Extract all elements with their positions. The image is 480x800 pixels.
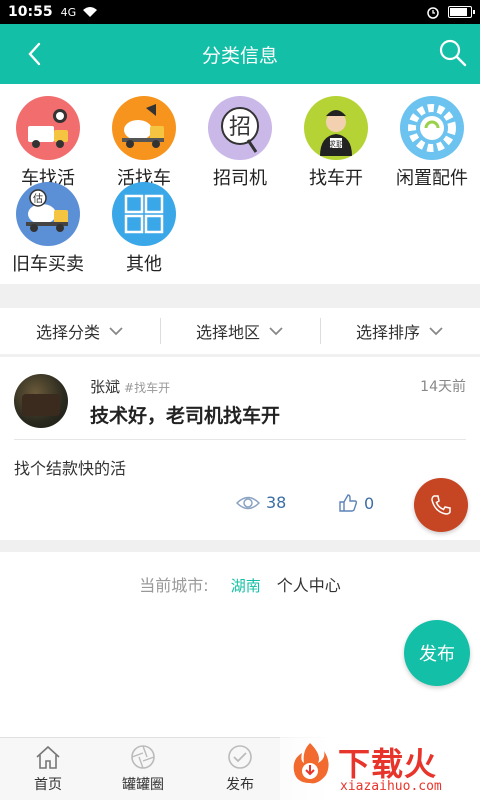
- status-time: 10:55: [8, 4, 53, 20]
- category-recruit-driver[interactable]: 招 招司机: [192, 96, 288, 190]
- post-body: 找个结款快的活: [14, 459, 127, 478]
- page-title: 分类信息: [201, 44, 278, 67]
- nav-label: 发布: [226, 777, 254, 793]
- eye-icon: [236, 496, 260, 509]
- category-label: 闲置配件: [396, 168, 468, 189]
- flame-logo-icon: [293, 743, 329, 784]
- category-label: 其他: [126, 254, 162, 275]
- publish-button[interactable]: 发布: [404, 620, 470, 686]
- category-grid: 车找活 活找车 招 招司机 求职 找车开 闲置配件 估 旧车买卖 其他: [0, 84, 480, 284]
- aperture-icon: [131, 745, 155, 769]
- current-city-link[interactable]: 湖南: [231, 577, 261, 595]
- alarm-icon: [427, 7, 439, 19]
- post-author: 张斌 #找车开: [90, 376, 170, 397]
- chevron-down-icon: [109, 327, 123, 336]
- filter-bar: 选择分类 选择地区 选择排序: [0, 308, 480, 354]
- category-used-car-trade[interactable]: 估 旧车买卖: [0, 182, 96, 276]
- post-author-name: 张斌: [90, 378, 121, 396]
- truck-worker-icon: [16, 96, 80, 160]
- filter-label: 选择地区: [195, 323, 260, 342]
- chevron-down-icon: [269, 327, 283, 336]
- home-icon: [36, 745, 60, 769]
- filter-category-dropdown[interactable]: 选择分类: [0, 308, 160, 354]
- nav-publish[interactable]: 发布: [205, 744, 275, 794]
- category-idle-parts[interactable]: 闲置配件: [384, 96, 480, 190]
- svg-text:估: 估: [33, 192, 43, 205]
- battery-icon: [448, 6, 475, 18]
- search-icon[interactable]: [438, 38, 468, 68]
- avatar[interactable]: [14, 374, 68, 428]
- check-circle-icon: [228, 745, 252, 769]
- like-count-value: 0: [364, 493, 375, 513]
- watermark: 下载火 xiazaihuo.com: [280, 737, 480, 800]
- back-arrow-icon[interactable]: [22, 40, 48, 68]
- app-bar: 分类信息: [0, 24, 480, 84]
- category-other[interactable]: 其他: [96, 182, 192, 276]
- filter-region-dropdown[interactable]: 选择地区: [160, 308, 320, 354]
- network-type: 4G: [60, 5, 77, 19]
- view-count-value: 38: [266, 493, 287, 512]
- phone-icon: [431, 495, 451, 515]
- status-bar: 10:55 4G: [0, 0, 480, 24]
- nav-label: 罐罐圈: [122, 777, 164, 793]
- svg-text:招: 招: [229, 115, 251, 140]
- thumbs-up-icon: [339, 494, 358, 512]
- driver-icon: 求职: [304, 96, 368, 160]
- wifi-icon: [83, 7, 98, 17]
- like-button[interactable]: 0: [338, 493, 374, 513]
- nav-circle[interactable]: 罐罐圈: [108, 744, 178, 794]
- watermark-url: xiazaihuo.com: [340, 779, 442, 794]
- category-label: 找车开: [309, 168, 363, 189]
- personal-center-link[interactable]: 个人中心: [277, 576, 341, 595]
- recruit-icon: 招: [208, 96, 272, 160]
- divider: [14, 439, 466, 440]
- grid-icon: [112, 182, 176, 246]
- filter-sort-dropdown[interactable]: 选择排序: [320, 308, 480, 354]
- filter-label: 选择排序: [355, 323, 420, 342]
- used-truck-icon: 估: [16, 182, 80, 246]
- category-car-find-job[interactable]: 车找活: [0, 96, 96, 190]
- post-tag: #找车开: [124, 381, 171, 395]
- nav-label: 首页: [34, 777, 62, 793]
- category-label: 旧车买卖: [12, 254, 84, 275]
- city-line: 当前城市: 湖南 个人中心: [0, 572, 480, 596]
- call-button[interactable]: [414, 478, 468, 532]
- post-card[interactable]: 张斌 #找车开 14天前 技术好，老司机找车开 找个结款快的活 38 0: [0, 357, 480, 540]
- chevron-down-icon: [429, 327, 443, 336]
- gear-icon: [400, 96, 464, 160]
- post-title: 技术好，老司机找车开: [90, 405, 281, 427]
- category-label: 招司机: [213, 168, 267, 189]
- view-count: 38: [236, 493, 286, 512]
- mixer-truck-icon: [112, 96, 176, 160]
- category-find-car-to-drive[interactable]: 求职 找车开: [288, 96, 384, 190]
- current-city-label: 当前城市:: [139, 576, 209, 595]
- svg-text:求职: 求职: [328, 139, 344, 149]
- nav-home[interactable]: 首页: [13, 744, 83, 794]
- post-time: 14天前: [420, 379, 466, 395]
- category-job-find-car[interactable]: 活找车: [96, 96, 192, 190]
- filter-label: 选择分类: [35, 323, 100, 342]
